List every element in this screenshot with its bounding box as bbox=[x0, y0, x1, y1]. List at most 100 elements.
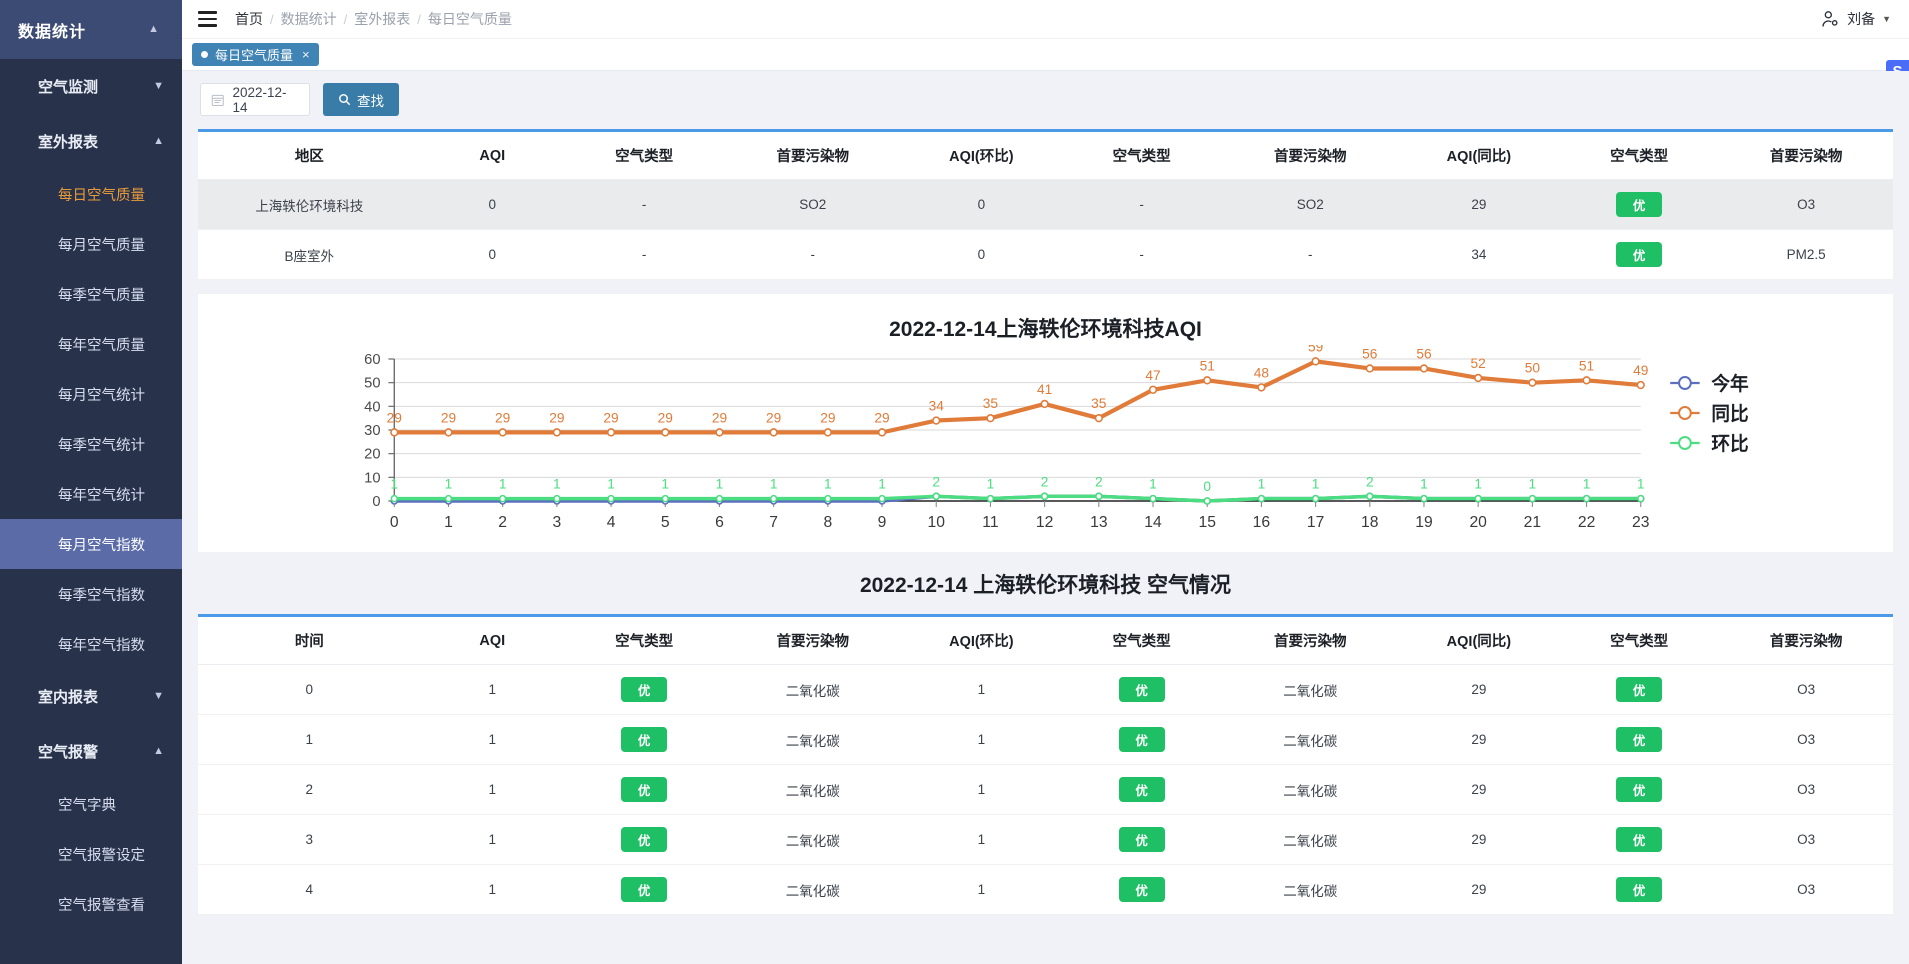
table-row[interactable]: 3 1 优二氧化碳 1 优二氧化碳 29 优 O3 bbox=[198, 814, 1893, 865]
sidebar-group-空气监测[interactable]: 空气监测 ▼ bbox=[0, 59, 182, 114]
sidebar-root-数据统计[interactable]: 数据统计 ▲ bbox=[0, 0, 182, 59]
chart-x-tick-label: 7 bbox=[769, 514, 778, 531]
summary-table-card: 地区 AQI 空气类型 首要污染物 AQI(环比) 空气类型 首要污染物 AQI(同比) 空气类… bbox=[198, 129, 1893, 280]
tab-每日空气质量[interactable]: 每日空气质量 × bbox=[192, 43, 319, 66]
table-cell: 1 bbox=[901, 864, 1062, 915]
table-cell: - bbox=[1061, 179, 1222, 230]
chart-data-label: 1 bbox=[1583, 476, 1591, 492]
sidebar-item-每月空气质量[interactable]: 每月空气质量 bbox=[0, 219, 182, 269]
date-input[interactable]: 2022-12-14 bbox=[200, 83, 310, 116]
chart-x-tick-label: 19 bbox=[1415, 514, 1433, 531]
chart-data-label: 2 bbox=[932, 473, 940, 489]
table-row[interactable]: B座室外 0- -0- -34 优 PM2.5 bbox=[198, 229, 1893, 280]
sidebar-group-label: 室外报表 bbox=[38, 134, 99, 151]
table-cell: 0 bbox=[901, 229, 1062, 280]
status-badge: 优 bbox=[621, 727, 668, 752]
table-cell: 1 bbox=[420, 764, 564, 815]
breadcrumb-item-2[interactable]: 室外报表 bbox=[354, 9, 410, 29]
chart-y-tick-label: 40 bbox=[364, 399, 380, 415]
table-cell: 二氧化碳 bbox=[724, 664, 902, 715]
status-badge-cell: 优 bbox=[563, 814, 725, 865]
chart-data-point bbox=[552, 428, 561, 437]
chart-data-label: 1 bbox=[1312, 476, 1320, 492]
table-row[interactable]: 4 1 优二氧化碳 1 优二氧化碳 29 优 O3 bbox=[198, 864, 1893, 915]
chart-x-tick-label: 16 bbox=[1253, 514, 1271, 531]
table-cell: 二氧化碳 bbox=[724, 814, 902, 865]
sidebar-item-每季空气指数[interactable]: 每季空气指数 bbox=[0, 569, 182, 619]
sidebar-group-室外报表[interactable]: 室外报表 ▲ bbox=[0, 114, 182, 169]
chart-x-tick-label: 18 bbox=[1361, 514, 1379, 531]
chart-data-point bbox=[769, 428, 778, 437]
breadcrumb-separator: / bbox=[417, 11, 421, 27]
chart-x-tick-label: 10 bbox=[928, 514, 946, 531]
chart-data-point bbox=[1636, 380, 1645, 390]
close-icon[interactable]: × bbox=[302, 47, 310, 62]
sidebar-item-每季空气统计[interactable]: 每季空气统计 bbox=[0, 419, 182, 469]
table-row[interactable]: 上海轶伦环境科技 0- SO2 0- SO2 29 优 O3 bbox=[198, 179, 1893, 230]
summary-table-body: 上海轶伦环境科技 0- SO2 0- SO2 29 优 O3 B座室外 0- -0- -34 优 PM2.… bbox=[198, 179, 1893, 280]
hamburger-icon[interactable] bbox=[198, 11, 217, 27]
sidebar-item-每年空气指数[interactable]: 每年空气指数 bbox=[0, 619, 182, 669]
sidebar-group-空气报警[interactable]: 空气报警 ▲ bbox=[0, 724, 182, 779]
chevron-down-icon: ▼ bbox=[153, 690, 164, 702]
sidebar-item-空气报警设定[interactable]: 空气报警设定 bbox=[0, 829, 182, 879]
table-cell: SO2 bbox=[1221, 179, 1399, 230]
chart-data-label: 1 bbox=[824, 476, 832, 492]
detail-table-body: 0 1 优二氧化碳 1 优二氧化碳 29 优 O3 1 1 优二氧化碳 1 优二氧化碳 29 优 O3 2 1 优二… bbox=[198, 664, 1893, 915]
sidebar-item-空气报警查看[interactable]: 空气报警查看 bbox=[0, 879, 182, 929]
detail-table-col-header: 时间 bbox=[198, 617, 421, 665]
table-row[interactable]: 0 1 优二氧化碳 1 优二氧化碳 29 优 O3 bbox=[198, 664, 1893, 715]
chart-legend-label[interactable]: 环比 bbox=[1711, 433, 1748, 454]
sidebar-item-每月空气指数[interactable]: 每月空气指数 bbox=[0, 519, 182, 569]
table-cell: 1 bbox=[901, 664, 1062, 715]
status-badge-cell: 优 bbox=[1559, 764, 1720, 815]
sidebar-root-label: 数据统计 bbox=[18, 23, 87, 41]
breadcrumb-item-home[interactable]: 首页 bbox=[235, 9, 263, 29]
user-menu[interactable]: 刘备 ▼ bbox=[1820, 9, 1891, 29]
detail-table-col-header: 空气类型 bbox=[1559, 617, 1720, 665]
search-button[interactable]: 查找 bbox=[323, 83, 399, 116]
status-badge-cell: 优 bbox=[1061, 714, 1222, 765]
sidebar-item-每年空气质量[interactable]: 每年空气质量 bbox=[0, 319, 182, 369]
caret-down-icon[interactable]: ▼ bbox=[1882, 14, 1891, 24]
chart-legend-label[interactable]: 今年 bbox=[1711, 372, 1748, 394]
status-badge-cell: 优 bbox=[563, 764, 725, 815]
table-cell: SO2 bbox=[724, 179, 902, 230]
summary-table-col-header: 空气类型 bbox=[1061, 132, 1222, 180]
sidebar-group-室内报表[interactable]: 室内报表 ▼ bbox=[0, 669, 182, 724]
table-cell: 29 bbox=[1398, 864, 1559, 915]
chart-data-point bbox=[877, 428, 887, 437]
table-cell: O3 bbox=[1719, 814, 1893, 865]
table-cell: O3 bbox=[1719, 664, 1893, 715]
status-badge-cell: 优 bbox=[1559, 664, 1720, 715]
sidebar-item-每季空气质量[interactable]: 每季空气质量 bbox=[0, 269, 182, 319]
status-badge: 优 bbox=[1118, 877, 1165, 902]
table-row[interactable]: 2 1 优二氧化碳 1 优二氧化碳 29 优 O3 bbox=[198, 764, 1893, 815]
chart-data-point bbox=[1474, 494, 1482, 503]
status-badge: 优 bbox=[1616, 727, 1663, 752]
breadcrumb-item-1[interactable]: 数据统计 bbox=[281, 9, 337, 29]
sidebar-item-空气字典[interactable]: 空气字典 bbox=[0, 779, 182, 829]
chart-x-tick-label: 1 bbox=[444, 514, 453, 531]
chart-data-point bbox=[1203, 497, 1211, 505]
sidebar-item-每年空气统计[interactable]: 每年空气统计 bbox=[0, 469, 182, 519]
status-badge: 优 bbox=[621, 677, 668, 702]
chart-x-tick-label: 13 bbox=[1090, 514, 1108, 531]
sidebar-item-label: 每月空气指数 bbox=[58, 537, 145, 554]
chart-data-label: 29 bbox=[603, 409, 619, 425]
chart-data-point bbox=[1419, 364, 1429, 373]
chart-data-point bbox=[444, 494, 453, 503]
table-row[interactable]: 1 1 优二氧化碳 1 优二氧化碳 29 优 O3 bbox=[198, 714, 1893, 765]
table-cell: 1 bbox=[420, 664, 564, 715]
chart-data-point bbox=[1311, 494, 1320, 503]
chart-data-label: 47 bbox=[1145, 367, 1161, 383]
detail-table-col-header: 空气类型 bbox=[563, 617, 725, 665]
chart-data-label: 1 bbox=[445, 476, 453, 492]
sidebar-item-每日空气质量[interactable]: 每日空气质量 bbox=[0, 169, 182, 219]
sidebar-item-label: 空气字典 bbox=[58, 797, 116, 814]
table-cell: 29 bbox=[1398, 814, 1559, 865]
chart-data-label: 35 bbox=[1091, 395, 1107, 411]
status-badge-cell: 优 bbox=[563, 714, 725, 765]
chart-legend-label[interactable]: 同比 bbox=[1711, 403, 1748, 424]
sidebar-item-每月空气统计[interactable]: 每月空气统计 bbox=[0, 369, 182, 419]
